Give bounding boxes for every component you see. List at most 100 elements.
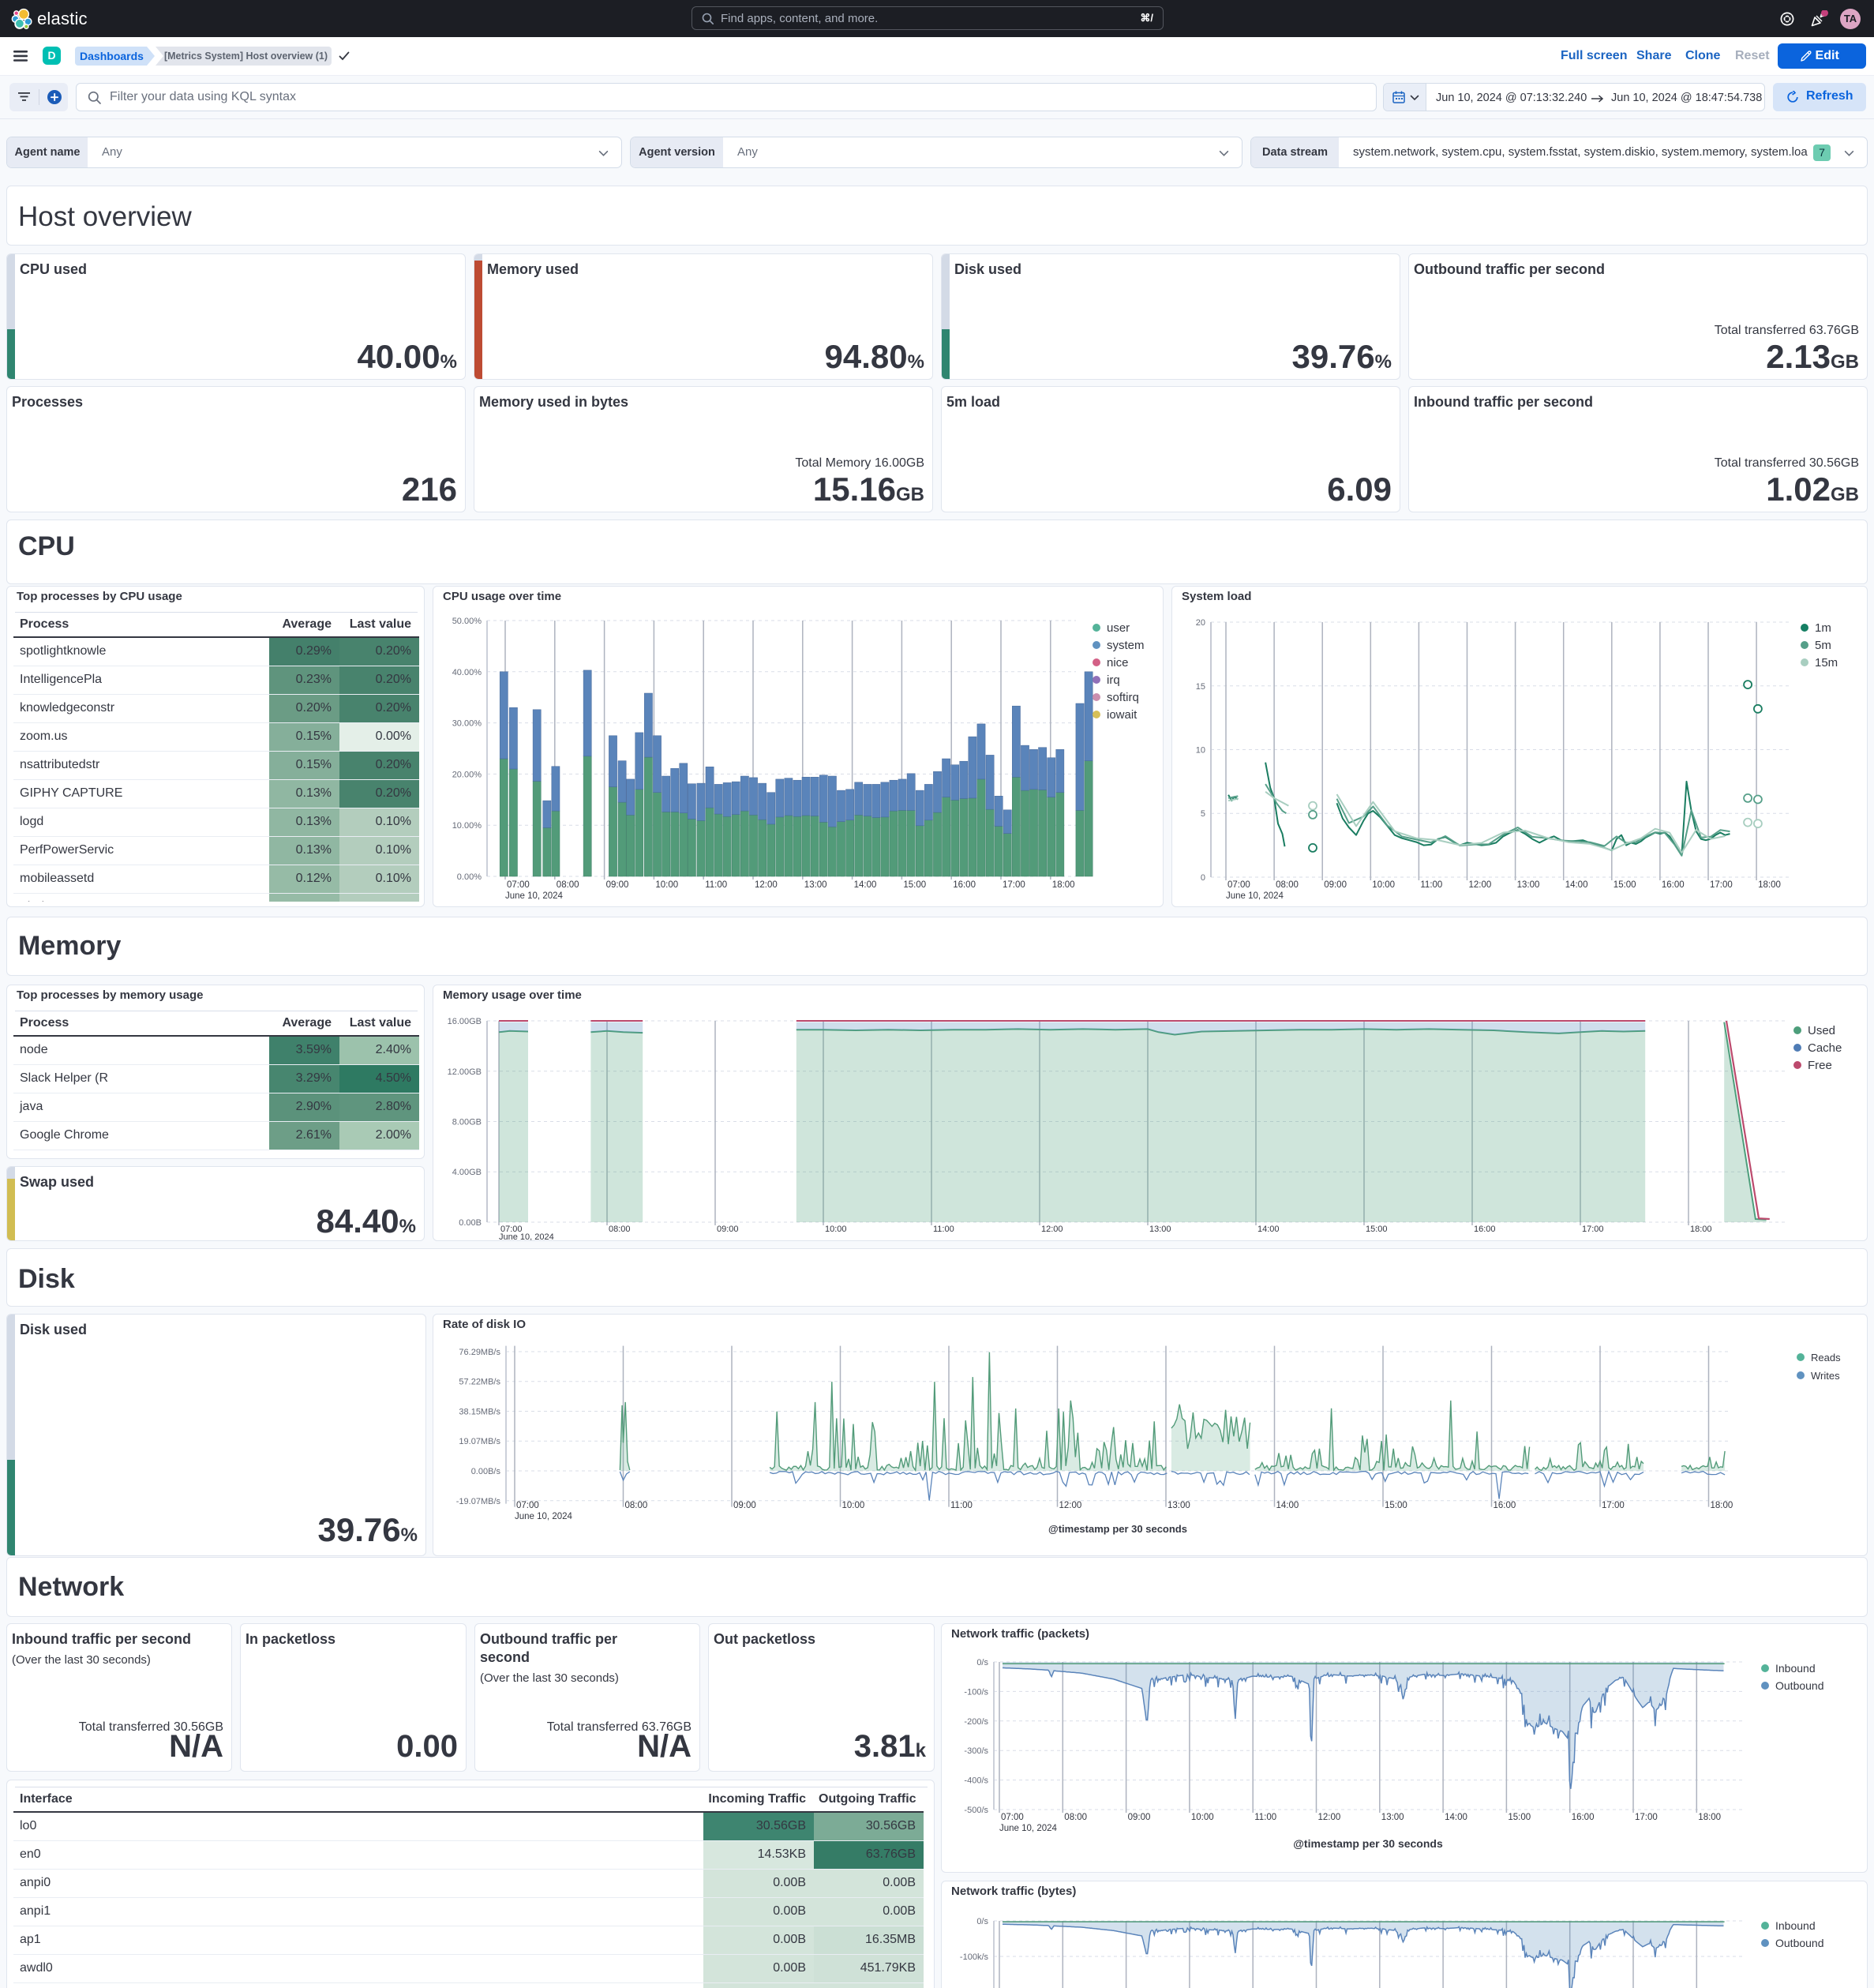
svg-text:-500/s: -500/s (964, 1806, 988, 1815)
svg-text:07:00: 07:00 (1001, 1813, 1024, 1822)
svg-text:-100k/s: -100k/s (960, 1952, 989, 1962)
svg-text:08:00: 08:00 (1064, 1813, 1087, 1822)
svg-text:Outbound: Outbound (1775, 1679, 1824, 1692)
svg-text:09:00: 09:00 (606, 880, 629, 890)
svg-text:@timestamp per 30 seconds: @timestamp per 30 seconds (1048, 1523, 1187, 1535)
svg-text:13:00: 13:00 (1168, 1501, 1190, 1510)
svg-text:38.15MB/s: 38.15MB/s (459, 1408, 500, 1417)
svg-text:40.00%: 40.00% (452, 668, 482, 677)
svg-text:system: system (1107, 639, 1145, 652)
svg-text:18:00: 18:00 (1690, 1225, 1712, 1234)
svg-text:10:00: 10:00 (825, 1225, 847, 1234)
svg-text:Reads: Reads (1811, 1352, 1841, 1363)
svg-text:15:00: 15:00 (1385, 1501, 1407, 1510)
svg-text:13:00: 13:00 (1381, 1813, 1404, 1822)
svg-text:07:00: 07:00 (507, 880, 530, 890)
svg-text:iowait: iowait (1107, 708, 1138, 722)
svg-text:16:00: 16:00 (1572, 1813, 1595, 1822)
svg-text:19.07MB/s: 19.07MB/s (459, 1437, 500, 1446)
svg-text:June 10, 2024: June 10, 2024 (505, 891, 564, 901)
svg-text:Writes: Writes (1811, 1370, 1840, 1382)
svg-text:5m: 5m (1815, 639, 1831, 652)
svg-text:10: 10 (1196, 746, 1205, 756)
svg-text:16:00: 16:00 (953, 880, 976, 890)
svg-text:15:00: 15:00 (1366, 1225, 1388, 1234)
svg-text:16:00: 16:00 (1494, 1501, 1516, 1510)
svg-text:13:00: 13:00 (804, 880, 827, 890)
svg-text:10:00: 10:00 (1191, 1813, 1214, 1822)
svg-text:11:00: 11:00 (933, 1225, 954, 1234)
svg-text:13:00: 13:00 (1517, 880, 1540, 890)
svg-text:-400/s: -400/s (964, 1776, 988, 1786)
svg-text:10.00%: 10.00% (452, 821, 482, 831)
svg-text:@timestamp per 30 seconds: @timestamp per 30 seconds (1293, 1837, 1443, 1850)
svg-text:16:00: 16:00 (1474, 1225, 1496, 1234)
svg-text:June 10, 2024: June 10, 2024 (515, 1512, 573, 1521)
svg-text:June 10, 2024: June 10, 2024 (499, 1232, 554, 1240)
svg-text:10:00: 10:00 (655, 880, 678, 890)
svg-text:0/s: 0/s (976, 1917, 988, 1926)
svg-text:16.00GB: 16.00GB (448, 1017, 482, 1026)
svg-text:07:00: 07:00 (516, 1501, 539, 1510)
svg-text:09:00: 09:00 (717, 1225, 739, 1234)
svg-text:1m: 1m (1815, 621, 1831, 635)
svg-text:15m: 15m (1815, 656, 1838, 670)
svg-text:57.22MB/s: 57.22MB/s (459, 1378, 500, 1387)
svg-text:-200/s: -200/s (964, 1717, 988, 1727)
svg-text:12:00: 12:00 (755, 880, 778, 890)
svg-text:June 10, 2024: June 10, 2024 (1226, 891, 1284, 901)
svg-text:08:00: 08:00 (609, 1225, 631, 1234)
svg-text:17:00: 17:00 (1635, 1813, 1658, 1822)
svg-text:12:00: 12:00 (1059, 1501, 1082, 1510)
svg-text:14:00: 14:00 (1565, 880, 1588, 890)
svg-text:June 10, 2024: June 10, 2024 (999, 1824, 1058, 1833)
svg-text:08:00: 08:00 (557, 880, 579, 890)
svg-text:15:00: 15:00 (903, 880, 926, 890)
svg-text:18:00: 18:00 (1758, 880, 1781, 890)
svg-text:10:00: 10:00 (842, 1501, 865, 1510)
svg-text:0/s: 0/s (976, 1658, 988, 1667)
svg-text:11:00: 11:00 (1420, 880, 1442, 890)
svg-text:76.29MB/s: 76.29MB/s (459, 1348, 500, 1357)
svg-text:Used: Used (1808, 1024, 1835, 1037)
svg-text:12:00: 12:00 (1318, 1813, 1341, 1822)
svg-text:18:00: 18:00 (1052, 880, 1075, 890)
svg-text:user: user (1107, 621, 1130, 635)
svg-text:irq: irq (1107, 673, 1120, 687)
svg-text:09:00: 09:00 (1128, 1813, 1151, 1822)
svg-text:Cache: Cache (1808, 1041, 1842, 1055)
svg-text:-19.07MB/s: -19.07MB/s (456, 1497, 501, 1506)
svg-text:13:00: 13:00 (1149, 1225, 1171, 1234)
svg-text:Inbound: Inbound (1775, 1662, 1816, 1675)
svg-text:11:00: 11:00 (705, 880, 727, 890)
svg-text:softirq: softirq (1107, 691, 1139, 704)
svg-text:11:00: 11:00 (950, 1501, 973, 1510)
svg-text:11:00: 11:00 (1254, 1813, 1276, 1822)
svg-text:15: 15 (1196, 682, 1205, 692)
svg-text:Outbound: Outbound (1775, 1937, 1824, 1949)
svg-text:Free: Free (1808, 1059, 1832, 1072)
svg-text:08:00: 08:00 (625, 1501, 648, 1510)
svg-text:0.00B: 0.00B (459, 1218, 482, 1228)
svg-text:0: 0 (1201, 873, 1205, 883)
svg-text:14:00: 14:00 (1445, 1813, 1467, 1822)
svg-text:30.00%: 30.00% (452, 719, 482, 729)
svg-text:0.00B/s: 0.00B/s (471, 1467, 501, 1476)
svg-text:20.00%: 20.00% (452, 770, 482, 779)
svg-text:-100/s: -100/s (964, 1687, 988, 1697)
svg-text:17:00: 17:00 (1602, 1501, 1625, 1510)
svg-text:14:00: 14:00 (1276, 1501, 1299, 1510)
svg-text:50.00%: 50.00% (452, 617, 482, 626)
svg-text:4.00GB: 4.00GB (452, 1168, 482, 1177)
svg-text:17:00: 17:00 (1582, 1225, 1604, 1234)
svg-text:14:00: 14:00 (1257, 1225, 1280, 1234)
svg-text:nice: nice (1107, 656, 1129, 670)
svg-text:12:00: 12:00 (1469, 880, 1492, 890)
svg-text:09:00: 09:00 (733, 1501, 756, 1510)
svg-text:8.00GB: 8.00GB (452, 1118, 482, 1127)
svg-text:18:00: 18:00 (1698, 1813, 1721, 1822)
svg-text:Inbound: Inbound (1775, 1919, 1816, 1932)
svg-text:17:00: 17:00 (1003, 880, 1025, 890)
svg-text:5: 5 (1201, 809, 1205, 819)
svg-text:17:00: 17:00 (1710, 880, 1733, 890)
